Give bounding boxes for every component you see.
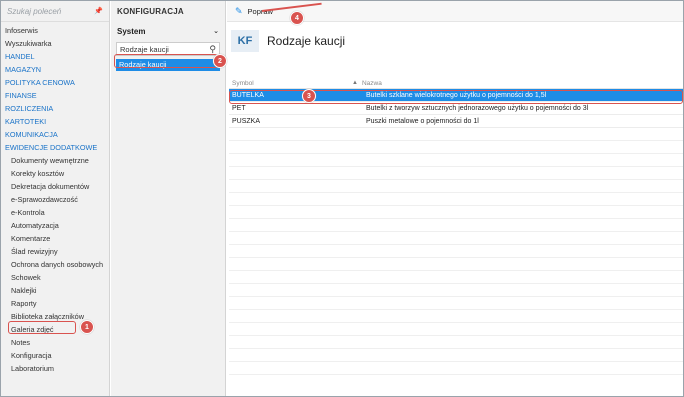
nav-item-finanse[interactable]: FINANSE	[1, 89, 109, 102]
table-body: BUTELKA Butelki szklane wielokrotnego uży…	[229, 89, 683, 375]
data-table: Symbol ▲ Nazwa BUTELKA Butelki szklane wi…	[229, 78, 683, 375]
nav-item-e-kontrola[interactable]: e-Kontrola	[1, 206, 109, 219]
empty-row	[229, 141, 683, 154]
column-header-name[interactable]: ▲ Nazwa	[352, 80, 683, 87]
empty-row	[229, 128, 683, 141]
nav-item-handel[interactable]: HANDEL	[1, 50, 109, 63]
nav-item-konfiguracja[interactable]: Konfiguracja	[1, 349, 109, 362]
nav-item-laboratorium[interactable]: Laboratorium	[1, 362, 109, 375]
nav-item-e-sprawozdawczosc[interactable]: e-Sprawozdawczość	[1, 193, 109, 206]
empty-row	[229, 154, 683, 167]
nav-item-slad-rewizyjny[interactable]: Ślad rewizyjny	[1, 245, 109, 258]
module-selector-value: System	[117, 26, 146, 36]
command-search[interactable]: Szukaj poleceń 📌	[1, 1, 109, 22]
empty-row	[229, 219, 683, 232]
table-row[interactable]: PUSZKA Puszki metalowe o pojemności do 1l	[229, 115, 683, 128]
empty-row	[229, 310, 683, 323]
module-selector[interactable]: System ⌄	[116, 24, 220, 38]
empty-row	[229, 245, 683, 258]
nav-item-kartoteki[interactable]: KARTOTEKI	[1, 115, 109, 128]
nav-item-dokumenty-wewnetrzne[interactable]: Dokumenty wewnętrzne	[1, 154, 109, 167]
empty-row	[229, 349, 683, 362]
column-header-symbol[interactable]: Symbol	[229, 80, 352, 87]
empty-row	[229, 271, 683, 284]
nav-item-naklejki[interactable]: Naklejki	[1, 284, 109, 297]
highlight-konfiguracja	[8, 321, 76, 334]
empty-row	[229, 232, 683, 245]
nav-item-wyszukiwarka[interactable]: Wyszukiwarka	[1, 37, 109, 50]
pin-icon[interactable]: 📌	[94, 7, 103, 16]
left-navigation: Szukaj poleceń 📌 Infoserwis Wyszukiwarka H…	[1, 1, 110, 396]
pencil-icon: ✎	[235, 5, 243, 16]
nav-item-schowek[interactable]: Schowek	[1, 271, 109, 284]
step-marker-3: 3	[302, 89, 316, 103]
empty-row	[229, 362, 683, 375]
cell-symbol: PET	[232, 104, 246, 112]
empty-row	[229, 323, 683, 336]
nav-item-ewidencje-dodatkowe[interactable]: EWIDENCJE DODATKOWE	[1, 141, 109, 154]
chevron-down-icon: ⌄	[213, 28, 219, 35]
config-search-input[interactable]: Rodzaje kaucji	[120, 45, 209, 54]
empty-row	[229, 206, 683, 219]
empty-row	[229, 167, 683, 180]
sort-asc-icon: ▲	[352, 80, 358, 86]
main-content: ✎ Popraw KF Rodzaje kaucji Symbol ▲ Nazw…	[227, 1, 683, 396]
nav-item-infoserwis[interactable]: Infoserwis	[1, 24, 109, 37]
nav-item-magazyn[interactable]: MAGAZYN	[1, 63, 109, 76]
command-search-input[interactable]: Szukaj poleceń	[7, 7, 94, 16]
panel-title: KONFIGURACJA	[117, 7, 184, 16]
highlight-butelka-row	[229, 90, 683, 104]
table-header: Symbol ▲ Nazwa	[229, 78, 683, 89]
nav-item-ochrona-danych-osobowych[interactable]: Ochrona danych osobowych	[1, 258, 109, 271]
empty-row	[229, 193, 683, 206]
step-marker-1: 1	[80, 320, 94, 334]
cell-symbol: PUSZKA	[232, 117, 261, 125]
nav-item-polityka-cenowa[interactable]: POLITYKA CENOWA	[1, 76, 109, 89]
nav-item-raporty[interactable]: Raporty	[1, 297, 109, 310]
empty-row	[229, 297, 683, 310]
page-title: Rodzaje kaucji	[267, 34, 346, 48]
empty-row	[229, 180, 683, 193]
empty-row	[229, 336, 683, 349]
page-header: KF Rodzaje kaucji	[227, 22, 683, 60]
search-icon[interactable]: ⚲	[209, 44, 216, 54]
nav-item-komentarze[interactable]: Komentarze	[1, 232, 109, 245]
module-badge: KF	[231, 30, 259, 52]
empty-row	[229, 258, 683, 271]
empty-row	[229, 284, 683, 297]
step-marker-2: 2	[213, 54, 227, 68]
column-header-name-label: Nazwa	[361, 79, 382, 87]
nav-item-notes[interactable]: Notes	[1, 336, 109, 349]
nav-item-korekty-kosztow[interactable]: Korekty kosztów	[1, 167, 109, 180]
nav-item-komunikacja[interactable]: KOMUNIKACJA	[1, 128, 109, 141]
nav-item-dekretacja-dokumentow[interactable]: Dekretacja dokumentów	[1, 180, 109, 193]
cell-name: Butelki z tworzyw sztucznych jednorazowe…	[366, 104, 589, 112]
highlight-rodzaje-kaucji	[114, 54, 218, 68]
step-marker-4: 4	[290, 11, 304, 25]
cell-name: Puszki metalowe o pojemności do 1l	[366, 117, 479, 125]
nav-item-rozliczenia[interactable]: ROZLICZENIA	[1, 102, 109, 115]
nav-item-automatyzacja[interactable]: Automatyzacja	[1, 219, 109, 232]
